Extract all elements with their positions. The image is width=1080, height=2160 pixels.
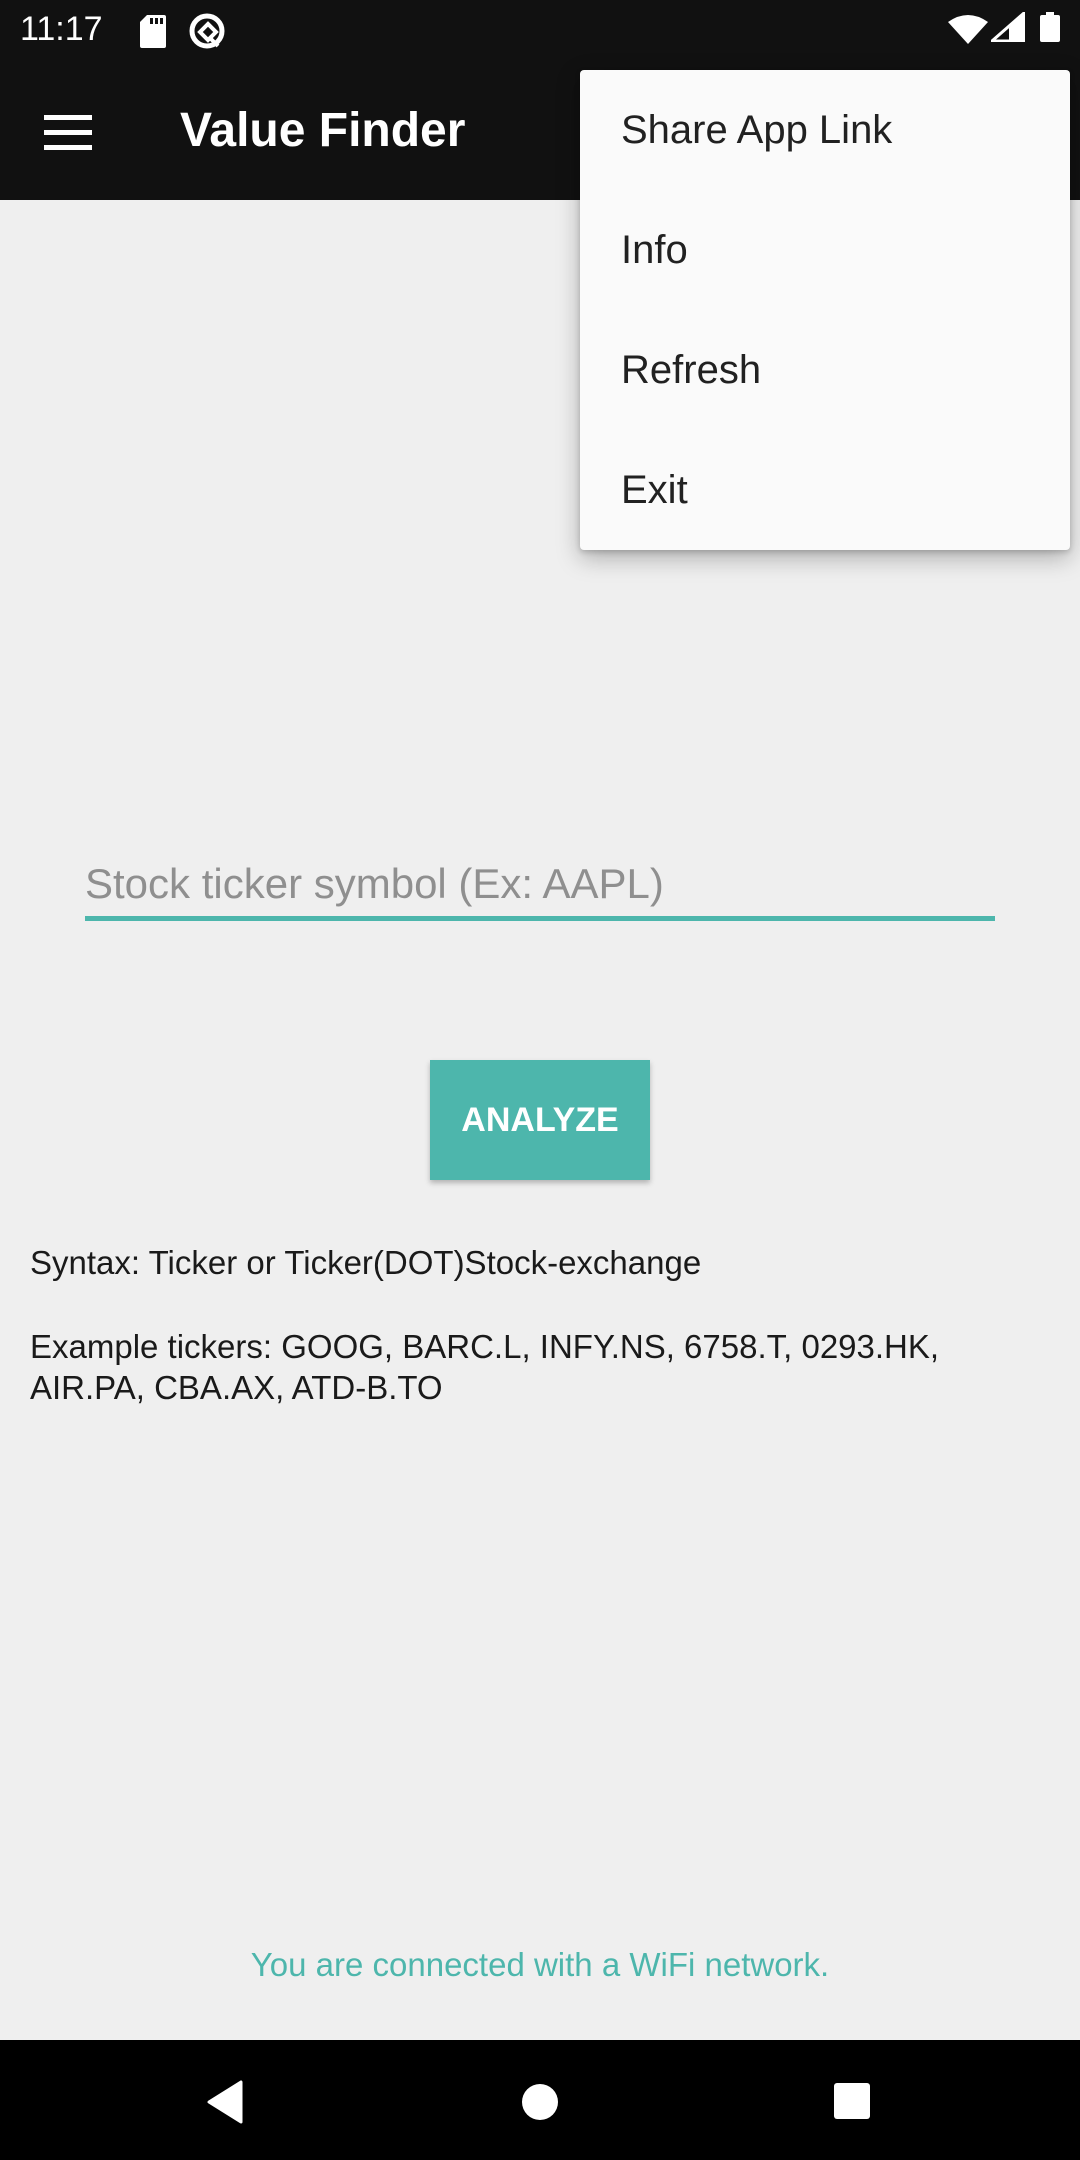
status-bar: 11:17 — [0, 0, 1080, 63]
hamburger-icon[interactable] — [44, 115, 92, 151]
system-nav-bar — [0, 2040, 1080, 2160]
ticker-symbol-input[interactable] — [85, 850, 995, 918]
back-icon[interactable] — [205, 2080, 245, 2124]
menu-item-label: Share App Link — [621, 108, 893, 152]
menu-item-label: Exit — [621, 468, 688, 512]
overflow-menu: Share App Link Info Refresh Exit — [580, 70, 1070, 550]
analyze-button[interactable]: ANALYZE — [430, 1060, 650, 1180]
menu-item-info[interactable]: Info — [580, 190, 1070, 310]
menu-item-share-app-link[interactable]: Share App Link — [580, 70, 1070, 190]
menu-item-label: Refresh — [621, 348, 762, 392]
battery-icon — [1040, 12, 1060, 42]
ticker-input-underline — [85, 916, 995, 921]
status-time: 11:17 — [20, 10, 103, 48]
data-saver-icon — [189, 13, 225, 49]
menu-item-label: Info — [621, 228, 688, 272]
connection-status-text: You are connected with a WiFi network. — [250, 1946, 830, 1983]
menu-item-exit[interactable]: Exit — [580, 430, 1070, 550]
recents-icon[interactable] — [833, 2082, 871, 2120]
example-tickers-text: Example tickers: GOOG, BARC.L, INFY.NS, … — [30, 1328, 940, 1406]
home-icon[interactable] — [520, 2082, 560, 2122]
wifi-icon — [948, 15, 988, 44]
app-title: Value Finder — [180, 104, 466, 157]
menu-item-refresh[interactable]: Refresh — [580, 310, 1070, 430]
sd-card-icon — [140, 15, 166, 48]
syntax-help-text: Syntax: Ticker or Ticker(DOT)Stock-excha… — [30, 1244, 702, 1281]
cell-signal-icon — [991, 12, 1025, 42]
